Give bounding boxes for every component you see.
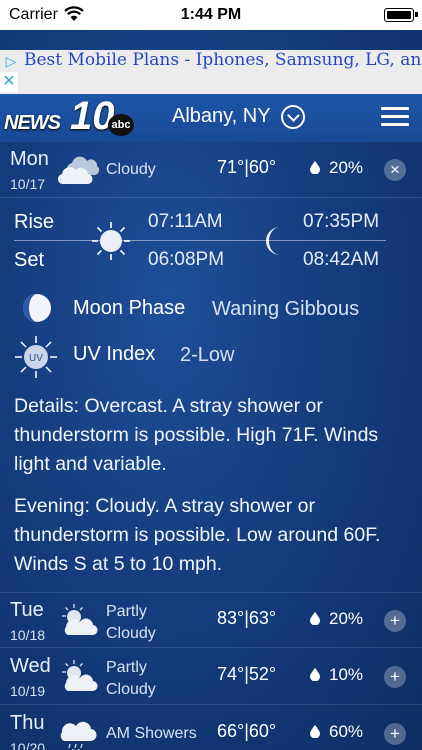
rain-drop-icon [310,725,320,739]
expand-button[interactable]: + [384,723,406,745]
temperature-range: 71°|60° [217,157,277,177]
day-name: Tue [10,599,44,621]
day-date: 10/20 [10,740,46,750]
day-name: Thu [10,712,45,734]
forecast-row-today[interactable]: Mon 10/17 Cloudy 71°|60° 20% × [0,142,422,198]
rise-label: Rise [14,211,55,233]
close-icon[interactable]: ✕ [0,72,18,92]
evening-details-text: Evening: Cloudy. A stray shower or thund… [14,495,381,575]
abc-logo: abc [108,114,134,136]
expand-button[interactable]: + [384,666,406,688]
collapse-button[interactable]: × [384,159,406,181]
precip-chance: 10% [329,665,364,684]
condition-line-2: Cloudy [106,681,156,698]
chevron-down-icon[interactable] [281,105,305,129]
moonrise-time: 07:35PM [303,211,380,232]
condition-text: Partly Cloudy [106,601,216,645]
partly-cloudy-icon [56,601,102,641]
location-label[interactable]: Albany, NY [172,105,271,128]
logo-number: 10 [70,94,115,138]
uv-index-value: 2-Low [180,344,235,366]
temperature-range: 74°|52° [217,664,277,684]
set-label: Set [14,249,45,271]
condition-line-1: Partly [106,659,147,676]
uv-index-icon: UV [14,335,58,384]
news10-logo[interactable]: NEWS 10 abc [4,94,134,138]
precip-chance: 20% [329,158,364,177]
expand-button[interactable]: + [384,610,406,632]
divider [14,240,386,241]
precip-chance: 20% [329,609,364,628]
forecast-row[interactable]: Thu 10/20 AM Showers 66°|60° 60% + [0,706,422,750]
day-detail-panel: Rise Set 07:11AM 06:08PM 07:35PM 08:42AM [0,195,422,590]
forecast-row[interactable]: Tue 10/18 Partly Cloudy 83°|63° 20% + [0,592,422,648]
condition-text: AM Showers [106,725,197,742]
uv-badge-text: UV [29,353,43,364]
forecast-row[interactable]: Wed 10/19 Partly Cloudy 74°|52° 10% + [0,649,422,705]
day-date: 10/19 [10,683,46,699]
moonset-time: 08:42AM [303,249,380,270]
rain-drop-icon [310,612,320,626]
condition-text: Cloudy [106,161,156,178]
battery-icon [384,8,418,22]
hamburger-menu-icon[interactable] [381,107,409,127]
showers-icon [56,714,102,750]
day-name: Mon [10,148,49,170]
ad-choices-icon[interactable]: ▷ [2,52,20,70]
day-details-text: Details: Overcast. A stray shower or thu… [14,395,379,475]
day-date: 10/18 [10,627,46,643]
rain-drop-icon [310,668,320,682]
moon-phase-label: Moon Phase [73,297,186,319]
crescent-moon-icon [262,225,288,262]
temperature-range: 66°|60° [217,721,277,741]
temperature-range: 83°|63° [217,608,277,628]
sunset-time: 06:08PM [148,249,225,270]
condition-line-2: Cloudy [106,625,156,642]
sunrise-time: 07:11AM [148,211,223,232]
condition-line-1: Partly [106,603,147,620]
logo-news-text: NEWS [4,112,61,134]
app-header: NEWS 10 abc Albany, NY [0,94,422,142]
day-name: Wed [10,655,51,677]
partly-cloudy-icon [56,657,102,697]
day-date: 10/17 [10,176,46,192]
clock: 1:44 PM [180,6,242,23]
condition-text: Partly Cloudy [106,657,216,701]
uv-index-label: UV Index [73,343,156,365]
ad-banner[interactable]: ▷ ✕ Best Mobile Plans - Iphones, Samsung… [0,50,422,94]
cloudy-icon [56,150,102,190]
moon-phase-value: Waning Gibbous [212,298,360,320]
sun-icon [90,220,132,267]
rain-drop-icon [310,161,320,175]
status-bar: Carrier 1:44 PM [0,0,422,30]
ad-text[interactable]: Best Mobile Plans - Iphones, Samsung, LG… [24,50,422,70]
moon-phase-icon [22,293,52,328]
precip-chance: 60% [329,722,364,741]
